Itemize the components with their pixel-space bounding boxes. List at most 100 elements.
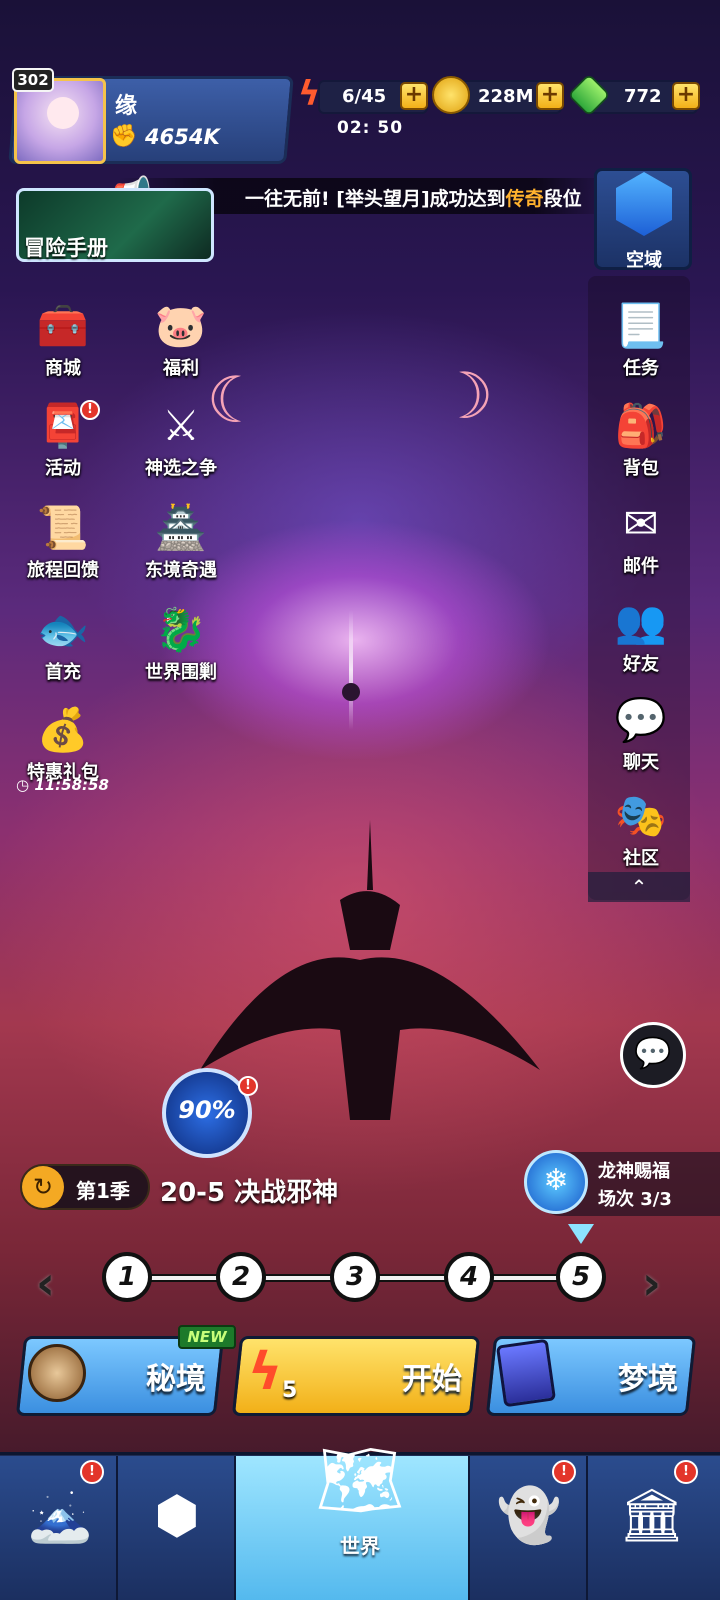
chat-icon: 💬 bbox=[614, 695, 668, 744]
player-name: 缘 bbox=[115, 94, 138, 119]
secret-realm-label: 秘境 bbox=[146, 1362, 206, 1397]
collapse-menu-button[interactable]: ⌃ bbox=[588, 872, 690, 902]
dream-realm-label: 梦境 bbox=[618, 1362, 678, 1397]
add-gold-button[interactable]: + bbox=[536, 82, 564, 110]
piggy-icon: 🐷 bbox=[154, 301, 208, 350]
crossed-swords-icon: ⚔ bbox=[162, 401, 200, 450]
mailbox-icon: 📮 bbox=[36, 401, 90, 450]
prev-stage-arrow[interactable]: ‹ bbox=[36, 1256, 55, 1310]
season-label: 第1季 bbox=[76, 1179, 130, 1203]
energy-bolt-icon: ϟ bbox=[298, 74, 321, 114]
stage-node-5[interactable]: 5 bbox=[556, 1252, 606, 1302]
tab-guild-alert-icon: ! bbox=[552, 1460, 576, 1484]
menu-welfare[interactable]: 🐷 福利 bbox=[126, 296, 236, 386]
stage-node-2[interactable]: 2 bbox=[216, 1252, 266, 1302]
hex-emblem-icon: ⬢ bbox=[154, 1486, 200, 1546]
menu-world-hunt[interactable]: 🐉 世界围剿 bbox=[126, 600, 236, 690]
friends-icon: 👥 bbox=[614, 597, 668, 646]
mail-icon: ✉ bbox=[623, 499, 659, 548]
gold-value: 228M bbox=[478, 86, 534, 107]
menu-mail-label: 邮件 bbox=[623, 556, 659, 577]
dragon-blessing-title: 龙神赐福 bbox=[598, 1161, 670, 1182]
floating-chat-button[interactable]: 💬 bbox=[620, 1022, 686, 1088]
chest-icon: 🧰 bbox=[36, 301, 90, 350]
treasure-map-icon: 🗺 bbox=[315, 1439, 405, 1521]
menu-community-label: 社区 bbox=[623, 848, 659, 869]
menu-events[interactable]: 📮 活动 bbox=[8, 396, 118, 486]
adventure-manual-label: 冒险手册 bbox=[24, 236, 108, 260]
stage-node-4[interactable]: 4 bbox=[444, 1252, 494, 1302]
avatar-face bbox=[47, 97, 79, 129]
stage-node-1[interactable]: 1 bbox=[102, 1252, 152, 1302]
start-label: 开始 bbox=[402, 1362, 462, 1397]
menu-journey-reward[interactable]: 📜 旅程回馈 bbox=[8, 498, 118, 588]
menu-friends-label: 好友 bbox=[623, 654, 659, 675]
menu-first-charge[interactable]: 🐟 首充 bbox=[8, 600, 118, 690]
menu-east-adventure[interactable]: 🏯 东境奇遇 bbox=[126, 498, 236, 588]
chevron-up-icon: ⌃ bbox=[630, 875, 648, 899]
menu-chat-label: 聊天 bbox=[623, 752, 659, 773]
menu-friends[interactable]: 👥 好友 bbox=[586, 592, 696, 682]
energy-value: 6/45 bbox=[342, 86, 387, 107]
quest-scroll-icon: 📃 bbox=[614, 301, 668, 350]
add-energy-button[interactable]: + bbox=[400, 82, 428, 110]
crystal-spire-icon: 🗻 bbox=[27, 1486, 93, 1546]
card-icon bbox=[495, 1338, 557, 1408]
tab-world-label: 世界 bbox=[340, 1534, 380, 1558]
dragon-head-icon: 🐉 bbox=[154, 605, 208, 654]
energy-timer: 02: 50 bbox=[337, 118, 404, 138]
menu-welfare-label: 福利 bbox=[163, 358, 199, 379]
menu-god-contest[interactable]: ⚔ 神选之争 bbox=[126, 396, 236, 486]
start-energy-cost: 5 bbox=[282, 1378, 298, 1403]
dark-orb bbox=[342, 683, 360, 701]
shadow-creature-icon: 👻 bbox=[496, 1486, 562, 1546]
season-cycle-icon: ↻ bbox=[22, 1166, 64, 1208]
menu-community[interactable]: 🎭 社区 bbox=[586, 786, 696, 876]
menu-world-hunt-label: 世界围剿 bbox=[145, 662, 217, 683]
menu-shop[interactable]: 🧰 商城 bbox=[8, 296, 118, 386]
gold-bag-icon: 💰 bbox=[36, 705, 90, 754]
gold-coin-icon bbox=[432, 76, 470, 114]
crescent-moon-right-icon: ☾ bbox=[436, 360, 494, 434]
pagoda-icon: 🏯 bbox=[154, 503, 208, 552]
dragon-blessing-count: 场次 3/3 bbox=[598, 1189, 672, 1210]
menu-quests-label: 任务 bbox=[623, 358, 659, 379]
target-icon bbox=[28, 1344, 86, 1402]
zone-label: 空域 bbox=[626, 250, 662, 271]
progress-alert-icon: ! bbox=[238, 1076, 258, 1096]
stage-title: 20-5 决战邪神 bbox=[160, 1178, 339, 1208]
announcement-text: 一往无前! [举头望月]成功达到传奇段位 bbox=[245, 188, 582, 210]
player-level-badge: 302 bbox=[12, 68, 54, 92]
menu-mail[interactable]: ✉ 邮件 bbox=[586, 494, 696, 584]
scroll-icon: 📜 bbox=[36, 503, 90, 552]
special-pack-timer: ◷ 11:58:58 bbox=[16, 776, 109, 794]
menu-journey-reward-label: 旅程回馈 bbox=[27, 560, 99, 581]
menu-chat[interactable]: 💬 聊天 bbox=[586, 690, 696, 780]
fist-power-icon: ✊ bbox=[110, 124, 138, 149]
menu-backpack-label: 背包 bbox=[623, 458, 659, 479]
stage-node-3[interactable]: 3 bbox=[330, 1252, 380, 1302]
snowflake-icon: ❄ bbox=[524, 1150, 588, 1214]
gem-value: 772 bbox=[624, 86, 662, 107]
speech-bubble-icon: 💬 bbox=[634, 1036, 672, 1071]
add-gem-button[interactable]: + bbox=[672, 82, 700, 110]
menu-events-label: 活动 bbox=[45, 458, 81, 479]
menu-god-contest-label: 神选之争 bbox=[145, 458, 217, 479]
tab-base-alert-icon: ! bbox=[674, 1460, 698, 1484]
community-icon: 🎭 bbox=[614, 791, 668, 840]
backpack-icon: 🎒 bbox=[614, 401, 668, 450]
menu-backpack[interactable]: 🎒 背包 bbox=[586, 396, 696, 486]
menu-first-charge-label: 首充 bbox=[45, 662, 81, 683]
new-tag: NEW bbox=[178, 1325, 236, 1349]
light-beam bbox=[349, 610, 353, 730]
base-building-icon: 🏛 bbox=[618, 1486, 685, 1546]
menu-shop-label: 商城 bbox=[45, 358, 81, 379]
progress-percent: 90% bbox=[178, 1096, 236, 1124]
energy-cost-icon: ϟ bbox=[248, 1342, 283, 1402]
tab-hero-alert-icon: ! bbox=[80, 1460, 104, 1484]
next-stage-arrow[interactable]: › bbox=[642, 1256, 661, 1310]
events-alert-icon: ! bbox=[80, 400, 100, 420]
player-power: 4654K bbox=[145, 125, 220, 149]
menu-east-adventure-label: 东境奇遇 bbox=[145, 560, 217, 581]
menu-quests[interactable]: 📃 任务 bbox=[586, 296, 696, 386]
